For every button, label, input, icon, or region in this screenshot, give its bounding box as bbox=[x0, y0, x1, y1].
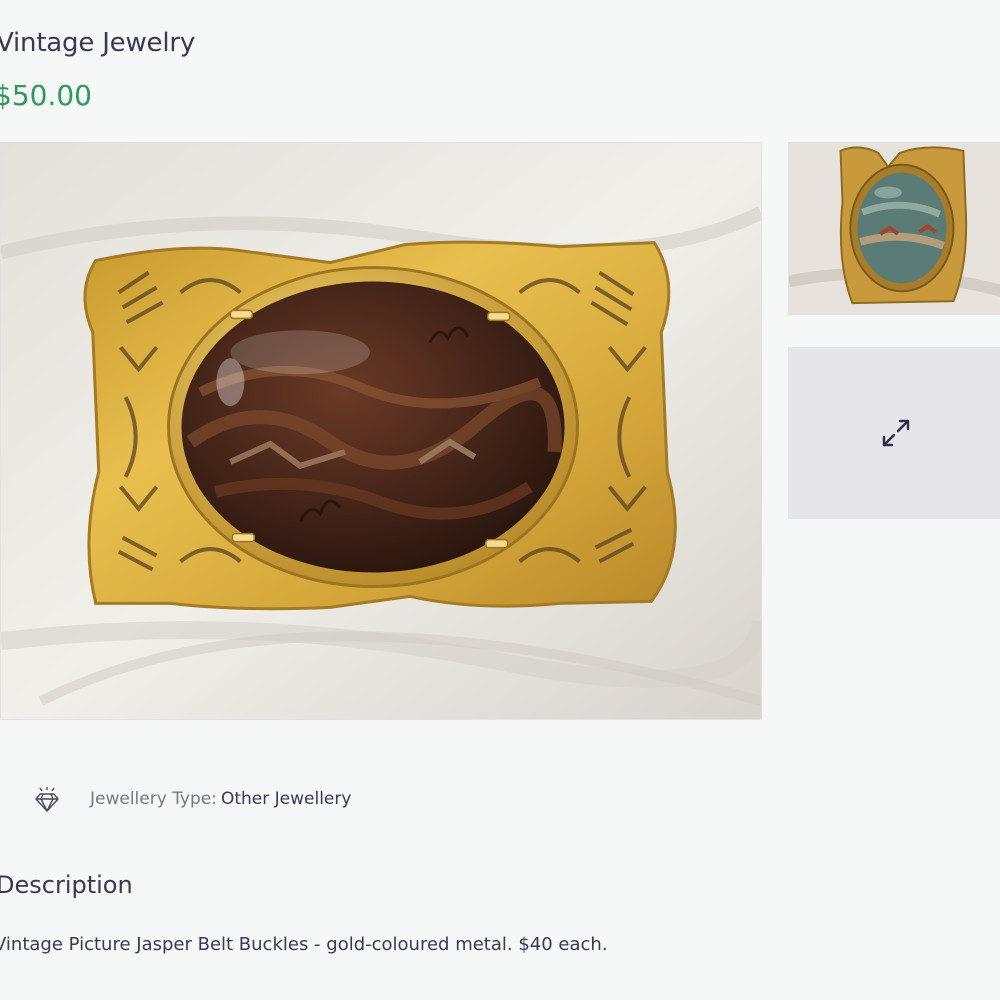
description-heading: Description bbox=[0, 871, 133, 899]
description-text: Vintage Picture Jasper Belt Buckles - go… bbox=[0, 934, 608, 955]
attribute-jewellery-type: Jewellery Type: Other Jewellery bbox=[32, 784, 351, 814]
expand-gallery-button[interactable] bbox=[788, 347, 1000, 519]
listing-title: Vintage Jewelry bbox=[0, 28, 196, 58]
expand-arrows-icon bbox=[882, 419, 910, 447]
belt-buckle-photo bbox=[1, 143, 761, 719]
listing-price: $50.00 bbox=[0, 79, 92, 112]
diamond-icon bbox=[35, 787, 59, 812]
main-product-photo[interactable] bbox=[0, 142, 762, 720]
attribute-value: Other Jewellery bbox=[220, 789, 352, 809]
green-stone-buckle-photo bbox=[789, 143, 1000, 314]
attribute-label: Jewellery Type: bbox=[90, 789, 217, 809]
thumbnail-image-2[interactable] bbox=[788, 142, 1000, 315]
